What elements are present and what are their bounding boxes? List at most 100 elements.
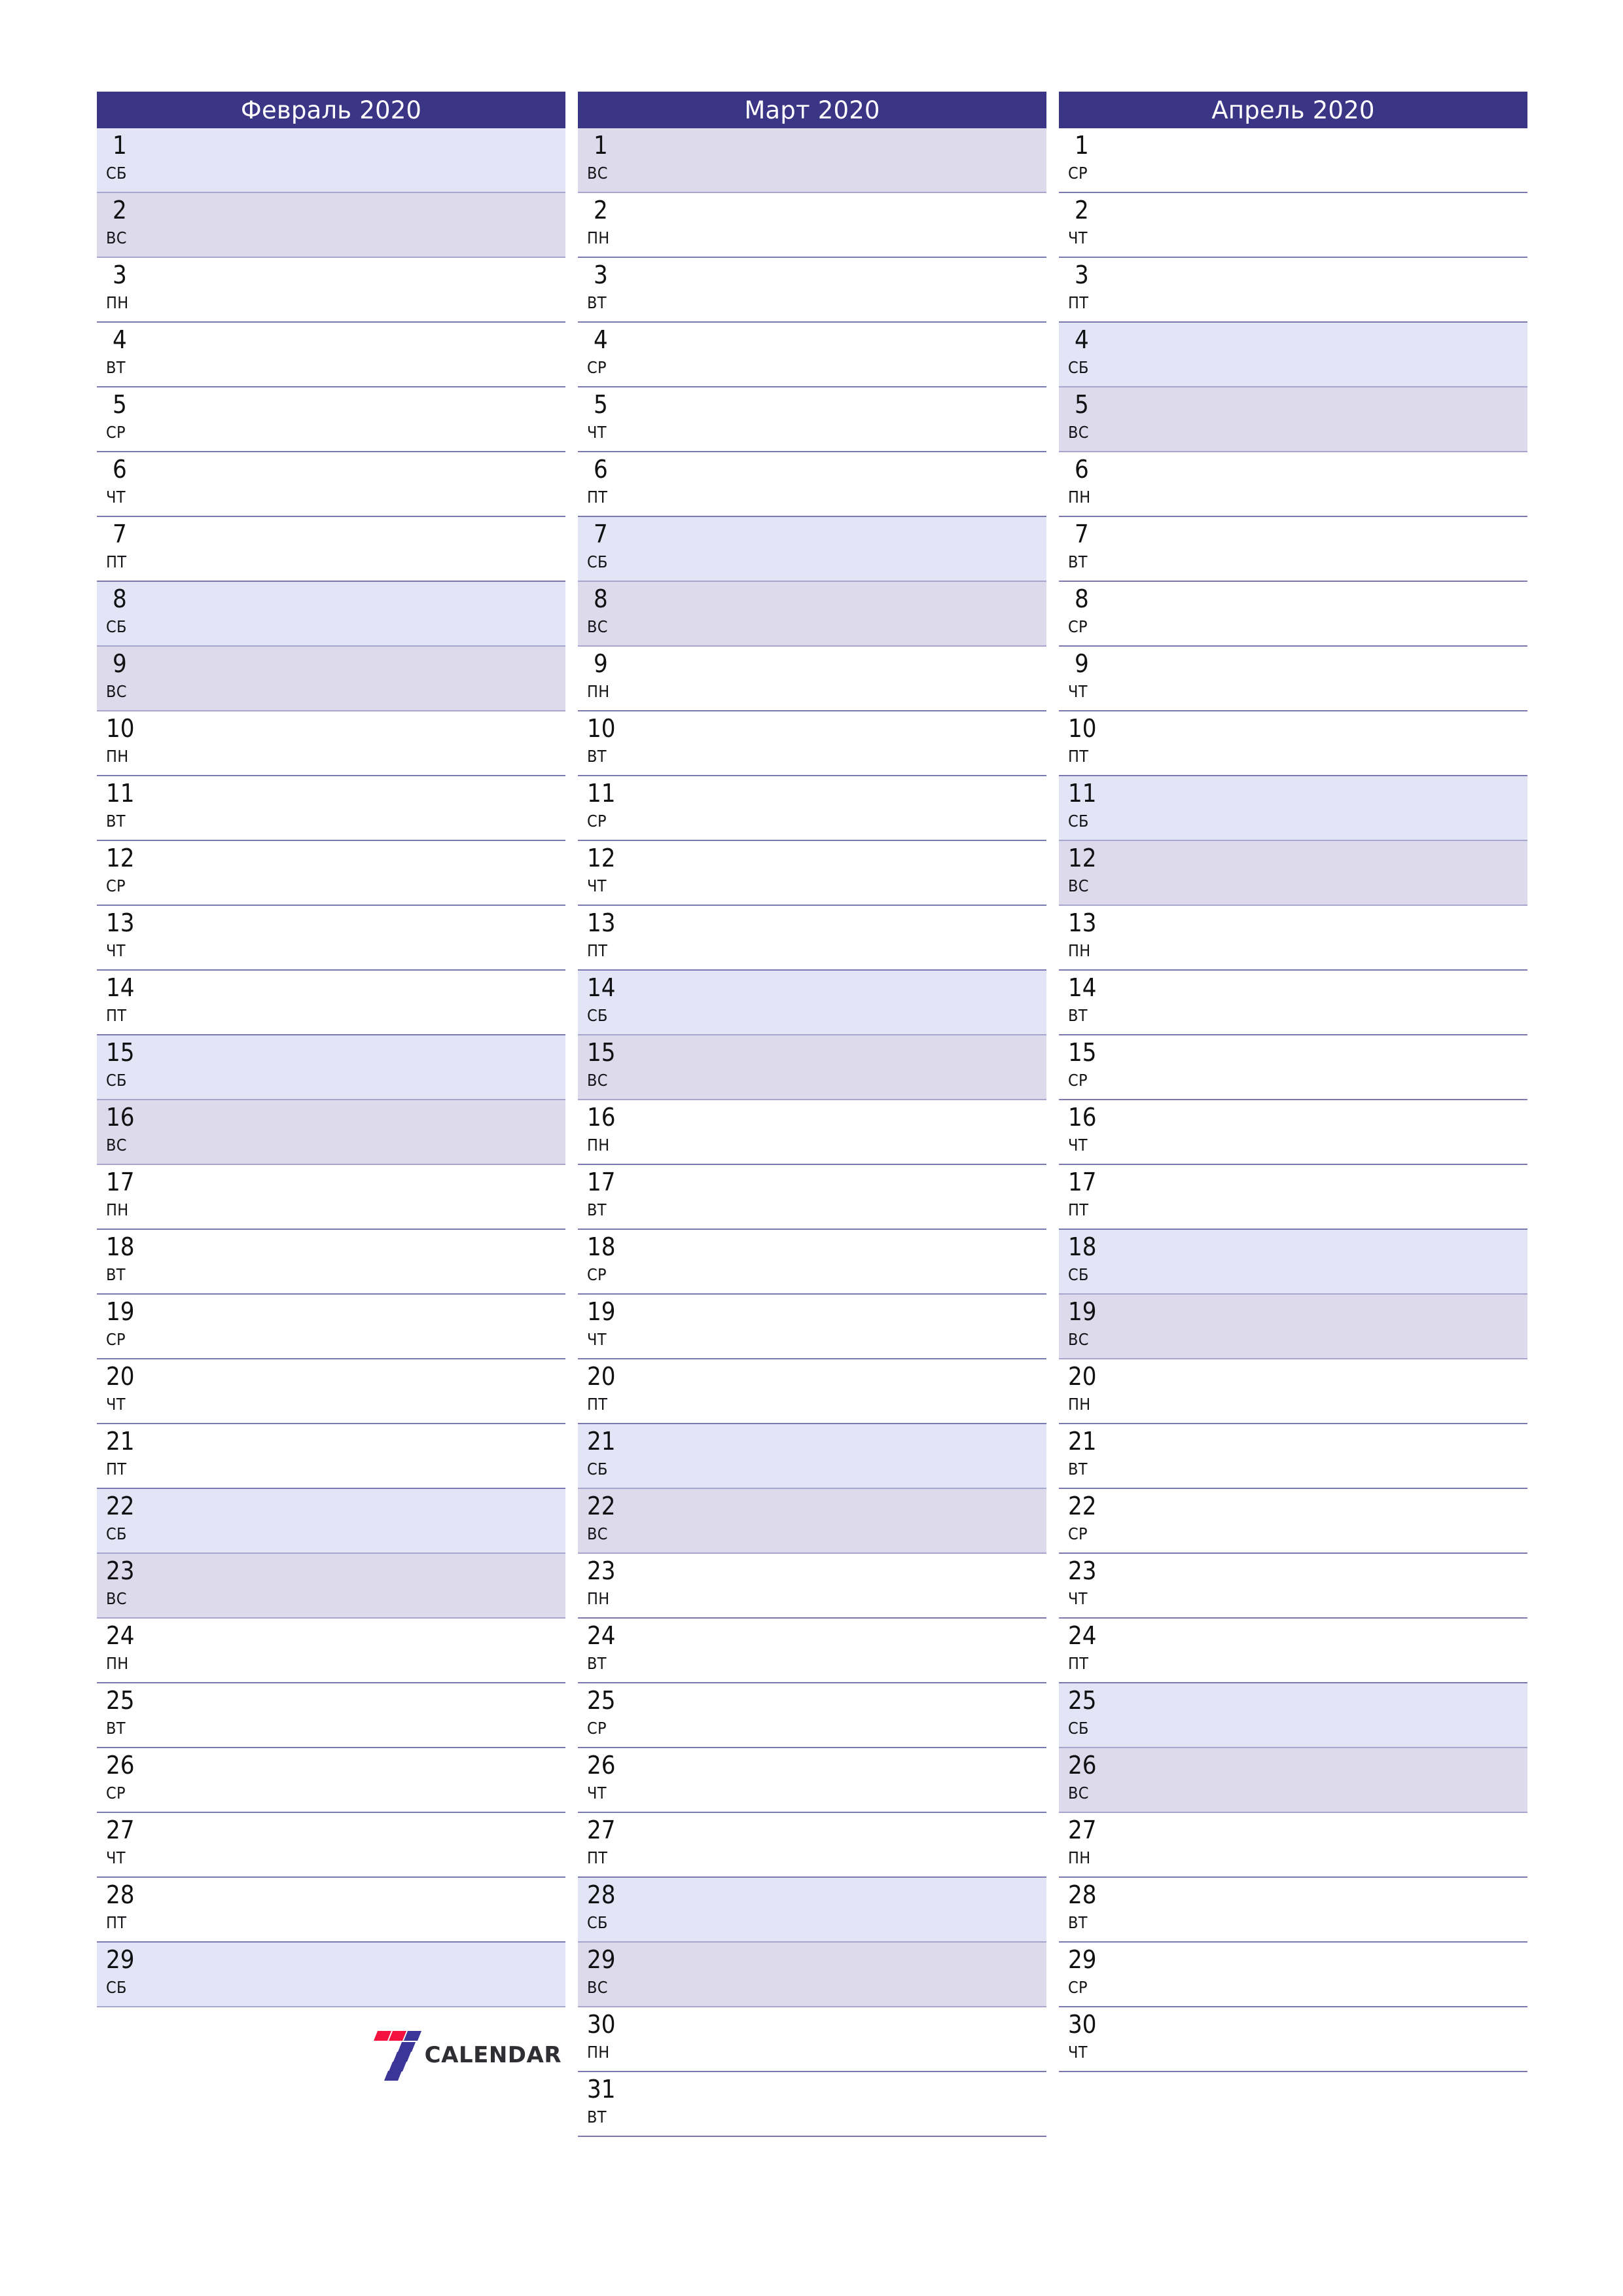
day-row[interactable]: 24 ВТ: [578, 1619, 1046, 1683]
day-row[interactable]: 27 ПН: [1059, 1813, 1527, 1878]
day-row[interactable]: 20 ПТ: [578, 1359, 1046, 1424]
day-row[interactable]: 27 ЧТ: [97, 1813, 565, 1878]
day-row[interactable]: 15 СР: [1059, 1035, 1527, 1100]
day-row[interactable]: 11 ВТ: [97, 776, 565, 841]
day-row[interactable]: 24 ПТ: [1059, 1619, 1527, 1683]
day-row[interactable]: 5 ЧТ: [578, 387, 1046, 452]
day-row[interactable]: 25 СР: [578, 1683, 1046, 1748]
day-row[interactable]: 8 ВС: [578, 582, 1046, 647]
day-row[interactable]: 23 ЧТ: [1059, 1554, 1527, 1619]
day-row[interactable]: 16 ВС: [97, 1100, 565, 1165]
day-row[interactable]: 10 ПН: [97, 711, 565, 776]
day-row[interactable]: 21 СБ: [578, 1424, 1046, 1489]
day-weekday: СР: [587, 1265, 607, 1284]
day-row[interactable]: 19 СР: [97, 1295, 565, 1359]
day-row[interactable]: 9 ЧТ: [1059, 647, 1527, 711]
day-row[interactable]: 3 ПН: [97, 258, 565, 323]
day-row[interactable]: 17 ВТ: [578, 1165, 1046, 1230]
day-row[interactable]: 11 СР: [578, 776, 1046, 841]
day-row[interactable]: 8 СР: [1059, 582, 1527, 647]
day-row[interactable]: 26 ЧТ: [578, 1748, 1046, 1813]
day-row[interactable]: 23 ВС: [97, 1554, 565, 1619]
day-weekday: ПН: [106, 293, 129, 312]
day-row[interactable]: 1 СР: [1059, 128, 1527, 193]
day-row[interactable]: 13 ЧТ: [97, 906, 565, 971]
day-row[interactable]: 9 ВС: [97, 647, 565, 711]
day-row[interactable]: 13 ПТ: [578, 906, 1046, 971]
day-row[interactable]: 29 ВС: [578, 1943, 1046, 2007]
day-row[interactable]: 1 СБ: [97, 128, 565, 193]
day-row[interactable]: 17 ПТ: [1059, 1165, 1527, 1230]
day-row[interactable]: 5 СР: [97, 387, 565, 452]
day-row[interactable]: 12 ЧТ: [578, 841, 1046, 906]
day-row[interactable]: 20 ПН: [1059, 1359, 1527, 1424]
day-row[interactable]: 22 СБ: [97, 1489, 565, 1554]
day-row[interactable]: 8 СБ: [97, 582, 565, 647]
day-row[interactable]: 18 ВТ: [97, 1230, 565, 1295]
day-weekday: ВТ: [587, 293, 607, 312]
day-row[interactable]: 27 ПТ: [578, 1813, 1046, 1878]
day-row[interactable]: 19 ВС: [1059, 1295, 1527, 1359]
day-row[interactable]: 7 ВТ: [1059, 517, 1527, 582]
day-row[interactable]: 23 ПН: [578, 1554, 1046, 1619]
day-row[interactable]: 14 СБ: [578, 971, 1046, 1035]
day-row[interactable]: 3 ПТ: [1059, 258, 1527, 323]
day-row[interactable]: 6 ЧТ: [97, 452, 565, 517]
day-row[interactable]: 30 ЧТ: [1059, 2007, 1527, 2072]
day-list: 1 ВС 2 ПН 3 ВТ 4 СР 5 ЧТ 6 ПТ 7 СБ 8 ВС 9 ПН 10 ВТ 11 СР 12 ЧТ 1…: [578, 128, 1046, 2137]
day-row[interactable]: 15 ВС: [578, 1035, 1046, 1100]
day-row[interactable]: 21 ВТ: [1059, 1424, 1527, 1489]
day-row[interactable]: 26 ВС: [1059, 1748, 1527, 1813]
day-row[interactable]: 20 ЧТ: [97, 1359, 565, 1424]
day-weekday: ВТ: [587, 1200, 607, 1219]
day-row[interactable]: 13 ПН: [1059, 906, 1527, 971]
day-row[interactable]: 3 ВТ: [578, 258, 1046, 323]
day-row[interactable]: 26 СР: [97, 1748, 565, 1813]
day-weekday: ЧТ: [106, 488, 126, 507]
day-row[interactable]: 14 ВТ: [1059, 971, 1527, 1035]
day-row[interactable]: 2 ПН: [578, 193, 1046, 258]
day-row[interactable]: 16 ПН: [578, 1100, 1046, 1165]
day-row[interactable]: 10 ВТ: [578, 711, 1046, 776]
day-row[interactable]: 24 ПН: [97, 1619, 565, 1683]
day-row[interactable]: 1 ВС: [578, 128, 1046, 193]
day-row[interactable]: 29 СБ: [97, 1943, 565, 2007]
day-number: 9: [113, 649, 127, 678]
day-row[interactable]: 18 СР: [578, 1230, 1046, 1295]
day-row[interactable]: 6 ПТ: [578, 452, 1046, 517]
day-row[interactable]: 30 ПН: [578, 2007, 1046, 2072]
day-row[interactable]: 28 ПТ: [97, 1878, 565, 1943]
day-row[interactable]: 17 ПН: [97, 1165, 565, 1230]
day-row[interactable]: 4 СБ: [1059, 323, 1527, 387]
day-row[interactable]: 12 ВС: [1059, 841, 1527, 906]
day-weekday: СР: [106, 1784, 126, 1803]
day-weekday: ПН: [587, 1589, 610, 1608]
day-row[interactable]: 2 ВС: [97, 193, 565, 258]
day-row[interactable]: 16 ЧТ: [1059, 1100, 1527, 1165]
day-row[interactable]: 5 ВС: [1059, 387, 1527, 452]
day-row[interactable]: 11 СБ: [1059, 776, 1527, 841]
day-row[interactable]: 29 СР: [1059, 1943, 1527, 2007]
day-row[interactable]: 19 ЧТ: [578, 1295, 1046, 1359]
day-row[interactable]: 21 ПТ: [97, 1424, 565, 1489]
day-row[interactable]: 9 ПН: [578, 647, 1046, 711]
day-row[interactable]: 25 ВТ: [97, 1683, 565, 1748]
day-row[interactable]: 7 ПТ: [97, 517, 565, 582]
day-row[interactable]: 28 СБ: [578, 1878, 1046, 1943]
day-row[interactable]: 22 СР: [1059, 1489, 1527, 1554]
day-row[interactable]: 2 ЧТ: [1059, 193, 1527, 258]
day-row[interactable]: 15 СБ: [97, 1035, 565, 1100]
day-row[interactable]: 10 ПТ: [1059, 711, 1527, 776]
day-number: 3: [1075, 260, 1089, 289]
day-row[interactable]: 7 СБ: [578, 517, 1046, 582]
day-row[interactable]: 6 ПН: [1059, 452, 1527, 517]
day-row[interactable]: 18 СБ: [1059, 1230, 1527, 1295]
day-row[interactable]: 14 ПТ: [97, 971, 565, 1035]
day-row[interactable]: 28 ВТ: [1059, 1878, 1527, 1943]
day-row[interactable]: 12 СР: [97, 841, 565, 906]
day-row[interactable]: 22 ВС: [578, 1489, 1046, 1554]
day-row[interactable]: 4 СР: [578, 323, 1046, 387]
day-row[interactable]: 25 СБ: [1059, 1683, 1527, 1748]
day-row[interactable]: 4 ВТ: [97, 323, 565, 387]
day-row[interactable]: 31 ВТ: [578, 2072, 1046, 2137]
